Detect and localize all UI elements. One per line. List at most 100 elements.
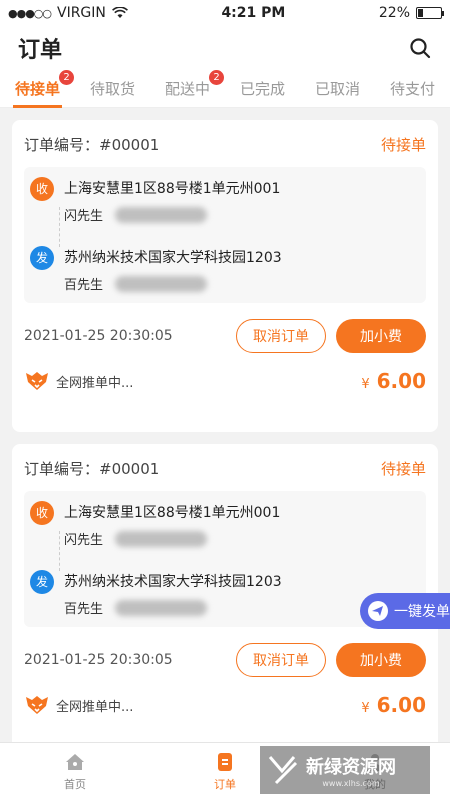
battery-fill [418, 9, 423, 17]
receiver-address: 上海安慧里1区88号楼1单元州001 [64, 181, 281, 197]
quick-send-label: 一键发单 [394, 604, 450, 620]
order-status: 待接单 [380, 136, 426, 154]
receiver-tag: 收 [30, 177, 54, 201]
tab-to-pay[interactable]: 待支付 [388, 74, 437, 105]
push-status-text: 全网推单中... [56, 375, 134, 391]
receiver-phone-blurred [115, 206, 208, 223]
tab-completed[interactable]: 已完成 [238, 74, 287, 105]
receiver-row: 收 上海安慧里1区88号楼1单元州001 闪先生 [30, 501, 426, 548]
order-status: 待接单 [380, 460, 426, 478]
sender-phone-blurred [115, 275, 208, 292]
push-info: 全网推单中... [24, 694, 133, 716]
receiver-info: 上海安慧里1区88号楼1单元州001 闪先生 [64, 177, 280, 224]
tab-badge: 2 [59, 70, 74, 85]
battery-icon [416, 7, 444, 19]
sender-person: 百先生 [64, 598, 282, 617]
order-time: 2021-01-25 20:30:05 [24, 328, 173, 344]
page-title: 订单 [18, 38, 63, 63]
signal-icon: ●●●○○ [8, 6, 52, 20]
price-value: 6.00 [376, 693, 426, 717]
receiver-name: 闪先生 [64, 209, 104, 224]
sender-address: 苏州纳米技术国家大学科技园1203 [64, 574, 282, 590]
home-icon [66, 754, 84, 770]
order-number: 订单编号：#00001 [24, 460, 160, 478]
push-info: 全网推单中... [24, 370, 133, 392]
sender-name: 百先生 [64, 278, 104, 293]
tab-label: 待支付 [389, 80, 435, 98]
watermark-sub: www.xlhs.com [322, 778, 380, 788]
tab-pending[interactable]: 待接单 2 [12, 70, 74, 108]
address-box: 收 上海安慧里1区88号楼1单元州001 闪先生 发 苏州纳米技术国家大学科技园… [24, 167, 426, 303]
tabbar-home[interactable]: 首页 [64, 751, 86, 792]
clock: 4:21 PM [221, 5, 286, 21]
receiver-person: 闪先生 [64, 529, 280, 548]
order-card-foot: 2021-01-25 20:30:05 取消订单 加小费 [24, 643, 426, 677]
sender-tag: 发 [30, 570, 54, 594]
cancel-order-button[interactable]: 取消订单 [236, 643, 326, 677]
tab-label: 待接单 [14, 80, 60, 98]
tab-label: 已取消 [314, 80, 360, 98]
order-card-bottom: 全网推单中... ¥ 6.00 [24, 369, 426, 393]
paper-plane-icon [368, 601, 388, 621]
order-price: ¥ 6.00 [361, 369, 426, 393]
cancel-order-button[interactable]: 取消订单 [236, 319, 326, 353]
order-actions: 取消订单 加小费 [236, 319, 426, 353]
order-list: 订单编号：#00001 待接单 收 上海安慧里1区88号楼1单元州001 闪先生… [0, 108, 450, 756]
order-card-foot: 2021-01-25 20:30:05 取消订单 加小费 [24, 319, 426, 353]
tiger-logo-icon [26, 372, 48, 390]
sender-tag: 发 [30, 246, 54, 270]
receiver-phone-blurred [115, 530, 208, 547]
quick-send-button[interactable]: 一键发单 [360, 593, 450, 629]
status-bar: ●●●○○ VIRGIN 4:21 PM 22% [0, 0, 450, 26]
push-status-text: 全网推单中... [56, 699, 134, 715]
order-icon [218, 753, 232, 771]
tab-label: 待取货 [89, 80, 135, 98]
add-tip-button[interactable]: 加小费 [336, 319, 426, 353]
order-number: 订单编号：#00001 [24, 136, 160, 154]
tab-badge: 2 [209, 70, 224, 85]
order-actions: 取消订单 加小费 [236, 643, 426, 677]
tab-cancelled[interactable]: 已取消 [313, 74, 362, 105]
price-value: 6.00 [376, 369, 426, 393]
tabbar-label: 订单 [214, 778, 236, 791]
route-divider [59, 531, 60, 571]
order-card[interactable]: 订单编号：#00001 待接单 收 上海安慧里1区88号楼1单元州001 闪先生… [12, 120, 438, 432]
order-card-bottom: 全网推单中... ¥ 6.00 [24, 693, 426, 717]
watermark-text: 新绿资源网 [306, 756, 396, 778]
sender-phone-blurred [115, 599, 208, 616]
receiver-row: 收 上海安慧里1区88号楼1单元州001 闪先生 [30, 177, 426, 224]
status-tabs: 待接单 2 待取货 配送中 2 已完成 已取消 待支付 [0, 70, 450, 108]
add-tip-button[interactable]: 加小费 [336, 643, 426, 677]
currency-symbol: ¥ [361, 701, 370, 716]
receiver-name: 闪先生 [64, 533, 104, 548]
watermark: 新绿资源网 www.xlhs.com [260, 746, 430, 794]
tab-label: 配送中 [164, 80, 210, 98]
order-card-head: 订单编号：#00001 待接单 [24, 134, 426, 155]
sender-info: 苏州纳米技术国家大学科技园1203 百先生 [64, 246, 282, 293]
tab-to-pickup[interactable]: 待取货 [88, 74, 137, 105]
receiver-address: 上海安慧里1区88号楼1单元州001 [64, 505, 281, 521]
search-icon[interactable] [408, 36, 432, 60]
receiver-tag: 收 [30, 501, 54, 525]
battery-label: 22% [378, 5, 410, 21]
tabbar-orders[interactable]: 订单 [214, 751, 236, 792]
currency-symbol: ¥ [361, 377, 370, 392]
tiger-logo-icon [26, 696, 48, 714]
receiver-info: 上海安慧里1区88号楼1单元州001 闪先生 [64, 501, 280, 548]
status-left: ●●●○○ VIRGIN [8, 5, 128, 21]
tab-delivering[interactable]: 配送中 2 [163, 70, 224, 105]
route-divider [59, 207, 60, 247]
order-price: ¥ 6.00 [361, 693, 426, 717]
sender-address: 苏州纳米技术国家大学科技园1203 [64, 250, 282, 266]
order-card-head: 订单编号：#00001 待接单 [24, 458, 426, 479]
wifi-icon [111, 7, 128, 18]
order-time: 2021-01-25 20:30:05 [24, 652, 173, 668]
header: 订单 [0, 26, 450, 70]
carrier-label: VIRGIN [57, 5, 106, 21]
watermark-logo-icon [268, 756, 298, 785]
sender-row: 发 苏州纳米技术国家大学科技园1203 百先生 [30, 246, 426, 293]
sender-person: 百先生 [64, 274, 282, 293]
sender-name: 百先生 [64, 602, 104, 617]
status-right: 22% [378, 5, 444, 21]
receiver-person: 闪先生 [64, 205, 280, 224]
